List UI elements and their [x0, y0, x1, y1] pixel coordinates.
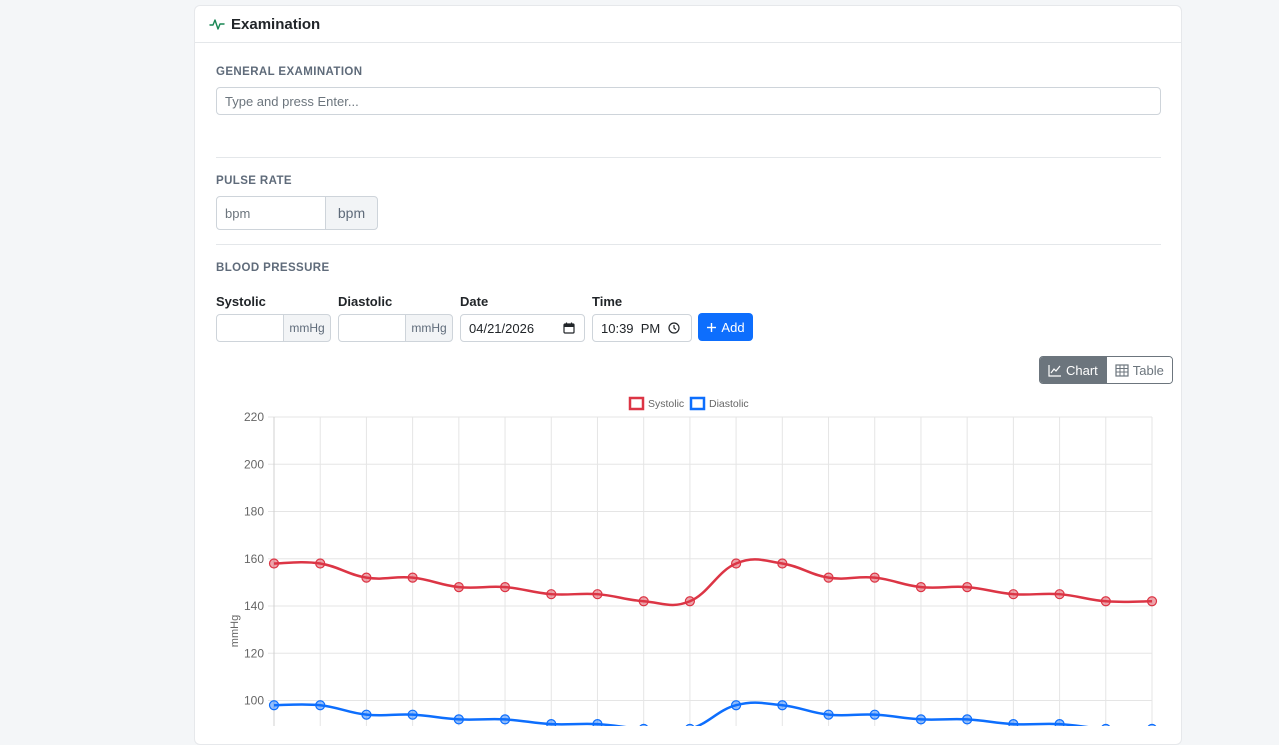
- data-point-diastolic[interactable]: [499, 714, 511, 725]
- series-line-systolic: [273, 558, 1153, 607]
- data-point-systolic[interactable]: [1146, 596, 1158, 607]
- data-point-systolic[interactable]: [777, 558, 788, 569]
- data-point-diastolic[interactable]: [915, 714, 927, 725]
- data-point-diastolic[interactable]: [315, 700, 326, 711]
- data-point-diastolic[interactable]: [869, 709, 880, 720]
- y-tick-label: 160: [244, 552, 264, 566]
- data-point-systolic[interactable]: [268, 558, 280, 569]
- data-point-diastolic[interactable]: [731, 700, 742, 711]
- data-point-systolic[interactable]: [546, 589, 557, 600]
- data-point-systolic[interactable]: [1054, 589, 1065, 600]
- y-tick-label: 140: [244, 599, 264, 613]
- data-point-systolic[interactable]: [869, 572, 880, 583]
- legend-swatch-systolic: [628, 396, 645, 411]
- data-point-diastolic[interactable]: [823, 709, 834, 720]
- data-point-systolic[interactable]: [823, 572, 834, 583]
- y-tick-label: 220: [244, 410, 264, 424]
- data-point-systolic[interactable]: [684, 596, 695, 607]
- data-point-systolic[interactable]: [407, 572, 418, 583]
- y-tick-label: 200: [244, 457, 264, 471]
- data-point-systolic[interactable]: [315, 558, 326, 569]
- data-point-systolic[interactable]: [499, 581, 511, 593]
- data-point-diastolic[interactable]: [546, 719, 557, 726]
- data-point-systolic[interactable]: [731, 558, 742, 569]
- blood-pressure-chart: 100120140160180200220 Systolic Diastolic …: [229, 396, 1158, 726]
- data-point-diastolic[interactable]: [592, 719, 603, 726]
- legend-swatch-diastolic: [689, 396, 706, 411]
- data-point-systolic[interactable]: [361, 572, 372, 583]
- data-point-diastolic[interactable]: [407, 709, 418, 720]
- data-point-systolic[interactable]: [592, 589, 603, 600]
- chart-legend: Systolic Diastolic: [628, 396, 749, 411]
- data-point-diastolic[interactable]: [1054, 719, 1065, 726]
- y-axis-ticks: 100 120 140 160 180 200 220: [244, 410, 264, 708]
- series-line-diastolic: [273, 701, 1089, 726]
- y-tick-label: 100: [244, 694, 264, 708]
- data-point-diastolic[interactable]: [777, 700, 788, 711]
- data-point-systolic[interactable]: [1008, 589, 1019, 600]
- data-point-systolic[interactable]: [638, 596, 649, 607]
- legend-label-systolic[interactable]: Systolic: [648, 398, 684, 410]
- data-point-systolic[interactable]: [915, 581, 927, 593]
- data-point-systolic[interactable]: [1100, 596, 1111, 607]
- y-tick-label: 180: [244, 505, 264, 519]
- data-point-systolic[interactable]: [962, 581, 973, 593]
- data-point-diastolic[interactable]: [361, 709, 372, 720]
- data-point-diastolic[interactable]: [1008, 719, 1019, 726]
- legend-label-diastolic[interactable]: Diastolic: [709, 398, 749, 410]
- y-axis-label: mmHg: [229, 615, 241, 647]
- data-point-diastolic[interactable]: [962, 714, 973, 725]
- chart-grid: [268, 416, 1153, 726]
- y-tick-label: 120: [244, 646, 264, 660]
- data-point-diastolic[interactable]: [268, 700, 280, 711]
- data-point-diastolic[interactable]: [453, 714, 464, 725]
- data-point-systolic[interactable]: [453, 581, 464, 593]
